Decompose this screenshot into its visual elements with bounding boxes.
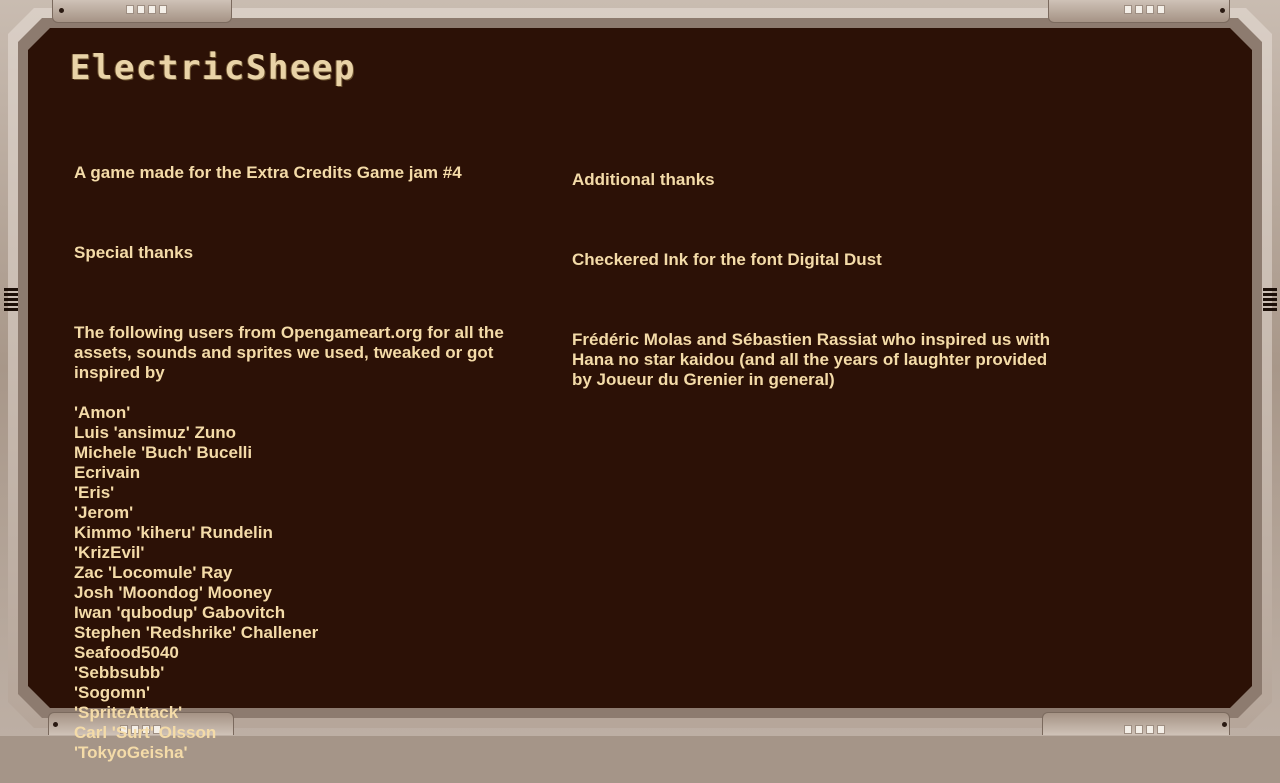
contributor-name: Kimmo 'kiheru' Rundelin [74,523,273,542]
rivet-icon [59,8,64,13]
frame-lights-bottom-right [1124,725,1165,734]
contributor-list: 'Amon' Luis 'ansimuz' Zuno Michele 'Buch' … [74,403,524,763]
font-credit: Checkered Ink for the font Digital Dust [572,250,882,269]
title-char: l [92,48,113,88]
contributor-name: Iwan 'qubodup' Gabovitch [74,603,286,622]
special-thanks-heading: Special thanks [74,243,194,262]
title-char: r [180,48,201,88]
rivet-icon [1222,722,1227,727]
title-char: c [136,48,157,88]
frame-lights-top-left [126,5,167,14]
contributor-name: 'Amon' [74,403,131,422]
title-char: h [268,48,289,88]
title-char: c [224,48,245,88]
frame-lights-top-right [1124,5,1165,14]
contributor-name: Seafood5040 [74,643,179,662]
contributor-name: Luis 'ansimuz' Zuno [74,423,237,442]
intro-text: A game made for the Extra Credits Game j… [74,163,462,182]
contributor-name: 'TokyoGeisha' [74,743,188,762]
credits-right-column: Additional thanks Checkered Ink for the … [572,150,1062,410]
contributor-name: 'Eris' [74,483,115,502]
title-char: p [334,48,355,88]
title-char: e [114,48,135,88]
title-char: e [312,48,333,88]
credits-left-column: A game made for the Extra Credits Game j… [74,143,524,783]
contributor-name: 'Sogomn' [74,683,151,702]
contributor-name: Stephen 'Redshrike' Challener [74,623,319,642]
contributor-name: Carl 'Surt' Olsson [74,723,217,742]
side-grip-left-icon [4,288,18,311]
contributor-name: 'Jerom' [74,503,134,522]
special-thanks-text: The following users from Opengameart.org… [74,323,504,382]
contributor-name: 'SpriteAttack' [74,703,183,722]
side-grip-right-icon [1263,288,1277,311]
title-char: S [246,48,267,88]
title-char: i [202,48,223,88]
rivet-icon [1220,8,1225,13]
additional-thanks-heading: Additional thanks [572,170,715,189]
game-title: ElectricSheep [70,50,354,86]
contributor-name: Michele 'Buch' Bucelli [74,443,253,462]
title-char: e [290,48,311,88]
title-char: t [158,48,179,88]
contributor-name: Zac 'Locomule' Ray [74,563,233,582]
contributor-name: 'KrizEvil' [74,543,145,562]
inspiration-credit: Frédéric Molas and Sébastien Rassiat who… [572,330,1051,389]
contributor-name: Josh 'Moondog' Mooney [74,583,272,602]
contributor-name: 'Sebbsubb' [74,663,165,682]
contributor-name: Ecrivain [74,463,141,482]
rivet-icon [53,722,58,727]
title-char: E [70,48,91,88]
